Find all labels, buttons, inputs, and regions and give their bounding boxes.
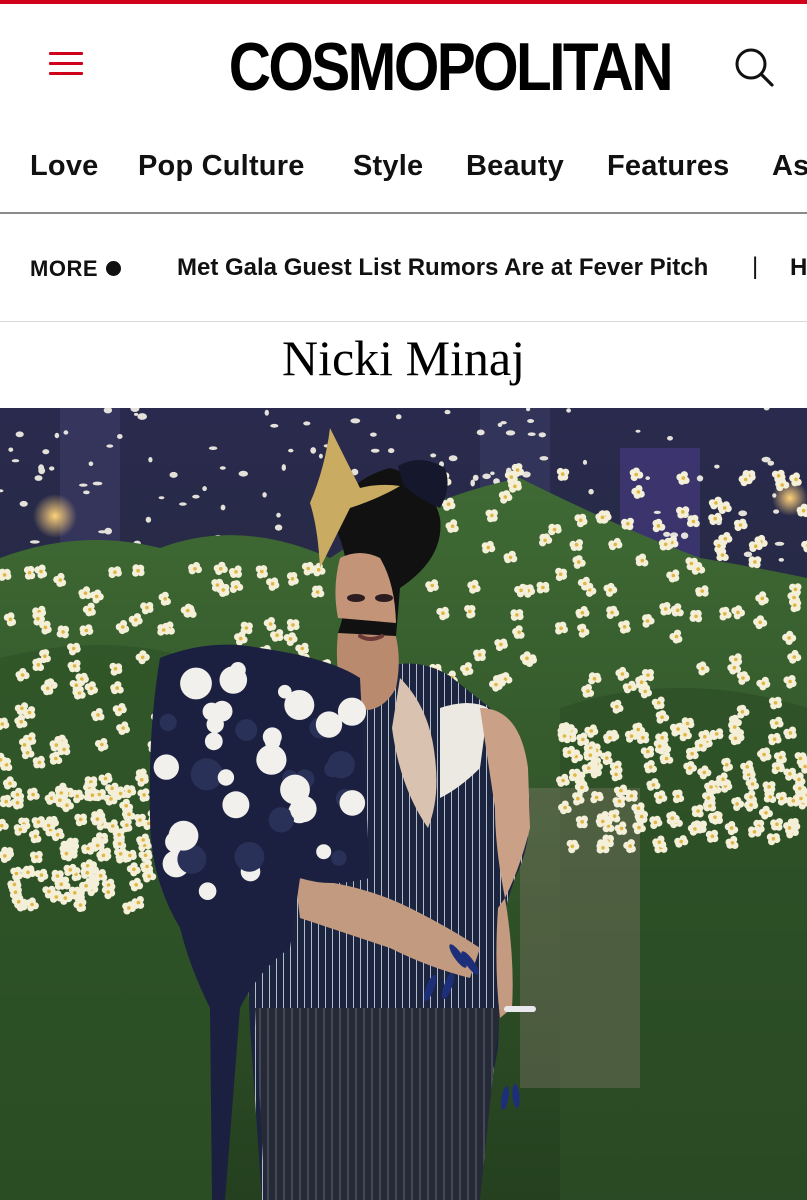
trending-ticker: MORE Met Gala Guest List Rumors Are at F… xyxy=(0,216,807,322)
ticker-headline-link[interactable]: Met Gala Guest List Rumors Are at Fever … xyxy=(177,254,708,282)
ticker-more-label: MORE xyxy=(30,256,98,281)
site-logo[interactable]: COSMOPOLITAN xyxy=(229,30,674,104)
page-title: Nicki Minaj xyxy=(281,330,526,386)
ticker-next-headline-link[interactable]: H xyxy=(790,254,807,282)
nav-item-pop-culture[interactable]: Pop Culture xyxy=(138,150,305,183)
nav-item-features[interactable]: Features xyxy=(607,150,730,183)
nav-item-beauty[interactable]: Beauty xyxy=(466,150,564,183)
article-title-block: Nicki Minaj xyxy=(0,322,807,408)
hero-photo-image xyxy=(0,408,807,1200)
nav-item-style[interactable]: Style xyxy=(353,150,423,183)
ticker-dot-icon xyxy=(106,261,121,276)
menu-button[interactable] xyxy=(44,44,88,84)
search-icon xyxy=(735,48,774,87)
ticker-separator: | xyxy=(752,253,759,280)
nav-item-love[interactable]: Love xyxy=(30,150,99,183)
hamburger-menu-icon xyxy=(49,52,83,55)
search-button[interactable] xyxy=(728,42,780,94)
masthead: COSMOPOLITAN xyxy=(0,4,807,122)
nav-item-astrology[interactable]: As xyxy=(772,150,807,183)
hero-photo[interactable] xyxy=(0,408,807,1200)
primary-nav: Love Pop Culture Style Beauty Features A… xyxy=(0,122,807,214)
